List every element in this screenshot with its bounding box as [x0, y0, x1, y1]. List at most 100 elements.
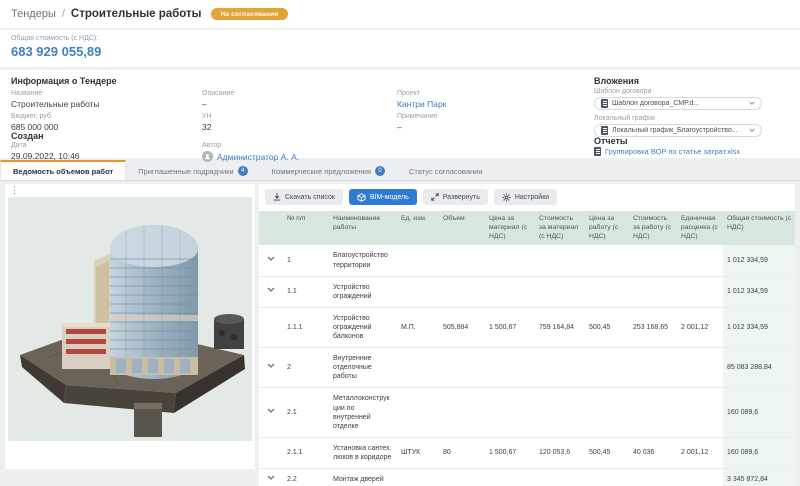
row-expand-chevron-icon[interactable]: [259, 468, 283, 486]
column-header: Цена за материал (с НДС): [485, 211, 535, 245]
table-cell: [535, 276, 585, 307]
table-cell: 1 500,67: [485, 437, 535, 468]
column-header: Единичная расценка (с НДС): [677, 211, 723, 245]
table-cell: 1 012 334,59: [723, 307, 795, 347]
info-card-title: Информация о Тендере: [11, 76, 117, 86]
table-cell: 160 089,6: [723, 388, 795, 437]
table-cell: Установка сантех. люков в коридоре: [329, 437, 397, 468]
cube-icon: [357, 193, 366, 202]
status-badge: На согласовании: [211, 8, 287, 20]
table-row: 2.1Металлоконструкции по внутренней отде…: [259, 388, 795, 437]
bim-model-button[interactable]: BIM-модель: [349, 189, 417, 205]
table-header-row: № п/пНаименование работыЕд. изм.ОбъемЦен…: [259, 211, 795, 245]
table-cell: 80: [439, 437, 485, 468]
download-list-button[interactable]: Скачать список: [265, 189, 343, 205]
tab-commercial-offers[interactable]: Коммерческие предложения 0: [260, 160, 397, 180]
settings-button[interactable]: Настройки: [494, 189, 557, 205]
main-content: ⋮: [0, 181, 800, 486]
table-cell: [629, 276, 677, 307]
tab-bar: Ведомость объемов работ Приглашенные под…: [0, 160, 800, 181]
field-author: Автор Администратор А. А.: [202, 142, 299, 162]
tab-invited-contractors[interactable]: Приглашенные подрядчики 4: [126, 160, 260, 180]
row-expand-placeholder: [259, 307, 283, 347]
table-cell: 759 164,84: [535, 307, 585, 347]
table-cell: [585, 468, 629, 486]
table-cell: 3 345 872,84: [723, 468, 795, 486]
row-expand-chevron-icon[interactable]: [259, 348, 283, 388]
table-cell: [677, 468, 723, 486]
document-icon: [601, 99, 608, 108]
table-cell: 505,884: [439, 307, 485, 347]
table-row: 1.1.1Устройство ограждений балконовМ.П.5…: [259, 307, 795, 347]
total-cost-label: Общая стоимость (с НДС):: [11, 35, 789, 42]
table-toolbar: Скачать список BIM-модель Развернуть Нас…: [259, 184, 795, 211]
field-contract-template: Шаблон договора Шаблон договора_СМР.d...: [594, 88, 762, 110]
table-cell: 2 001,12: [677, 437, 723, 468]
table-cell: [485, 468, 535, 486]
table-cell: 1.1: [283, 276, 329, 307]
table-cell: 2.2: [283, 468, 329, 486]
table-cell: 120 053,6: [535, 437, 585, 468]
avatar: [202, 151, 213, 162]
report-file-link[interactable]: Группировка ВОР по статье затрат.xlsx: [594, 147, 740, 156]
document-icon: [601, 126, 608, 135]
column-header: [259, 211, 283, 245]
attachments-section-title: Вложения: [594, 76, 639, 86]
bill-of-quantities-table: № п/пНаименование работыЕд. изм.ОбъемЦен…: [259, 211, 795, 486]
table-cell: 500,45: [585, 437, 629, 468]
table-cell: [677, 276, 723, 307]
table-cell: [585, 388, 629, 437]
chevron-down-icon: [749, 101, 755, 106]
table-cell: М.П.: [397, 307, 439, 347]
tab-approval-status[interactable]: Статус согласования: [397, 160, 494, 180]
field-un: УН 32: [202, 113, 212, 132]
field-note: Примечание –: [397, 113, 438, 132]
row-expand-chevron-icon[interactable]: [259, 245, 283, 276]
table-cell: [397, 468, 439, 486]
table-cell: [535, 245, 585, 276]
column-header: Объем: [439, 211, 485, 245]
download-icon: [273, 193, 281, 201]
table-cell: [485, 276, 535, 307]
project-link[interactable]: Кантри Парк: [397, 99, 446, 109]
contract-file-chip[interactable]: Шаблон договора_СМР.d...: [594, 97, 762, 110]
table-cell: [677, 388, 723, 437]
table-cell: [397, 348, 439, 388]
breadcrumb-tenders-link[interactable]: Тендеры: [11, 8, 56, 20]
table-cell: [629, 388, 677, 437]
viewer-menu-icon[interactable]: ⋮: [10, 186, 19, 195]
column-header: Наименование работы: [329, 211, 397, 245]
table-cell: [439, 388, 485, 437]
row-expand-placeholder: [259, 437, 283, 468]
table-cell: [439, 348, 485, 388]
building-3d-model: [8, 197, 252, 441]
table-cell: [585, 245, 629, 276]
author-link[interactable]: Администратор А. А.: [202, 151, 299, 162]
table-row: 2.1.1Установка сантех. люков в коридореШ…: [259, 437, 795, 468]
field-name: Название Строительные работы: [11, 90, 100, 109]
table-cell: [485, 348, 535, 388]
table-cell: 2.1.1: [283, 437, 329, 468]
table-cell: 1 012 334,59: [723, 276, 795, 307]
table-cell: 1.1.1: [283, 307, 329, 347]
table-cell: [629, 348, 677, 388]
gear-icon: [502, 193, 511, 202]
expand-button[interactable]: Развернуть: [423, 189, 488, 205]
table-cell: [397, 276, 439, 307]
bill-of-quantities-panel: Скачать список BIM-модель Развернуть Нас…: [259, 184, 795, 486]
row-expand-chevron-icon[interactable]: [259, 388, 283, 437]
total-cost-value: 683 929 055,89: [11, 44, 789, 59]
table-cell: 2 001,12: [677, 307, 723, 347]
column-header: Стоимость за материал (с НДС): [535, 211, 585, 245]
table-cell: Монтаж дверей: [329, 468, 397, 486]
column-header: Стоимость за работу (с НДС): [629, 211, 677, 245]
bim-model-canvas[interactable]: [8, 197, 252, 441]
row-expand-chevron-icon[interactable]: [259, 276, 283, 307]
table-cell: Устройство ограждений: [329, 276, 397, 307]
table-cell: [439, 245, 485, 276]
total-cost-panel: Общая стоимость (с НДС): 683 929 055,89: [0, 30, 800, 67]
table-row: 2.2Монтаж дверей 3 345 872,84: [259, 468, 795, 486]
tab-bill-of-quantities[interactable]: Ведомость объемов работ: [0, 160, 126, 180]
table-cell: 1 012 334,59: [723, 245, 795, 276]
bim-viewer-panel: ⋮: [5, 184, 255, 469]
